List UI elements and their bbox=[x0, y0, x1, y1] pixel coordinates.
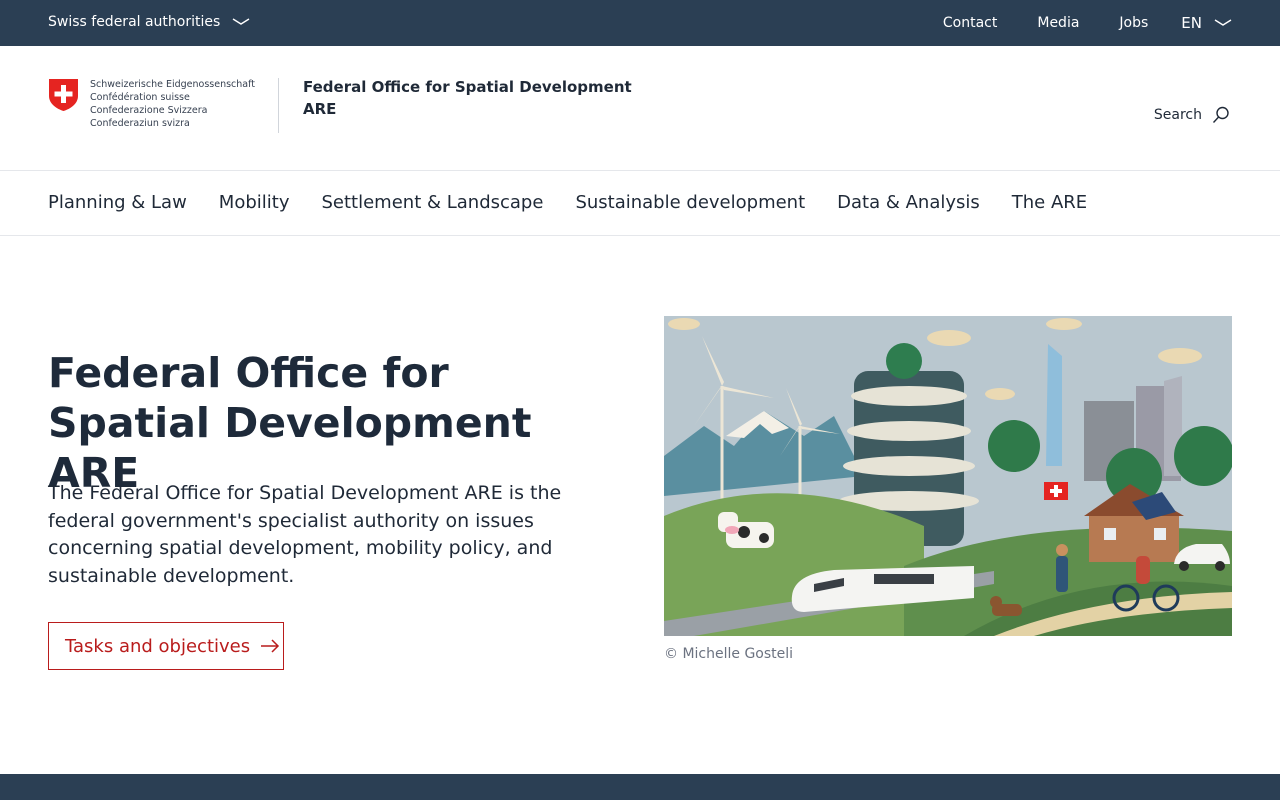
name-fr: Confédération suisse bbox=[90, 92, 190, 103]
chevron-down-icon bbox=[1214, 19, 1232, 26]
hero-description: The Federal Office for Spatial Developme… bbox=[48, 482, 562, 587]
swiss-authorities-dropdown[interactable]: Swiss federal authorities bbox=[48, 14, 250, 30]
site-header: Schweizerische Eidgenossenschaft Confédé… bbox=[0, 46, 1280, 171]
name-rm: Confederaziun svizra bbox=[90, 118, 190, 129]
nav-item-settlement-landscape[interactable]: Settlement & Landscape bbox=[321, 192, 543, 213]
arrow-right-icon bbox=[261, 639, 280, 653]
language-selector[interactable]: EN bbox=[1181, 14, 1232, 32]
tasks-objectives-button[interactable]: Tasks and objectives bbox=[48, 622, 284, 670]
search-icon bbox=[1212, 106, 1229, 123]
top-bar: Swiss federal authorities Contact Media … bbox=[0, 0, 1280, 46]
nav-item-mobility[interactable]: Mobility bbox=[219, 192, 290, 213]
name-de: Schweizerische Eidgenossenschaft bbox=[90, 79, 256, 90]
name-it: Confederazione Svizzera bbox=[90, 105, 208, 116]
swiss-authorities-label: Swiss federal authorities bbox=[48, 14, 221, 30]
confederation-logo[interactable]: Schweizerische Eidgenossenschaft Confédé… bbox=[48, 78, 255, 130]
confederation-names: Schweizerische Eidgenossenschaft Confédé… bbox=[90, 78, 255, 130]
nav-item-the-are[interactable]: The ARE bbox=[1012, 192, 1087, 213]
office-name-line2: ARE bbox=[303, 100, 337, 118]
tasks-objectives-label: Tasks and objectives bbox=[65, 635, 251, 657]
image-caption: © Michelle Gosteli bbox=[664, 646, 794, 662]
office-name[interactable]: Federal Office for Spatial Development A… bbox=[303, 76, 632, 120]
language-label: EN bbox=[1181, 14, 1202, 32]
contact-link[interactable]: Contact bbox=[943, 15, 997, 31]
swiss-crest-icon bbox=[49, 79, 78, 111]
search-label: Search bbox=[1153, 107, 1202, 123]
hero-title: Federal Office for Spatial Development A… bbox=[48, 349, 532, 497]
chevron-down-icon bbox=[232, 18, 250, 25]
top-links: Contact Media Jobs EN bbox=[903, 14, 1232, 32]
media-link[interactable]: Media bbox=[1037, 15, 1079, 31]
office-name-line1: Federal Office for Spatial Development bbox=[303, 78, 632, 96]
hero-illustration bbox=[664, 316, 1232, 636]
nav-item-data-analysis[interactable]: Data & Analysis bbox=[837, 192, 980, 213]
nav-item-sustainable-development[interactable]: Sustainable development bbox=[575, 192, 805, 213]
main-navigation: Planning & Law Mobility Settlement & Lan… bbox=[0, 171, 1280, 236]
search-button[interactable]: Search bbox=[1154, 106, 1230, 124]
jobs-link[interactable]: Jobs bbox=[1119, 15, 1148, 31]
header-divider bbox=[278, 78, 279, 133]
footer-bar bbox=[0, 774, 1280, 800]
nav-item-planning-law[interactable]: Planning & Law bbox=[48, 192, 187, 213]
